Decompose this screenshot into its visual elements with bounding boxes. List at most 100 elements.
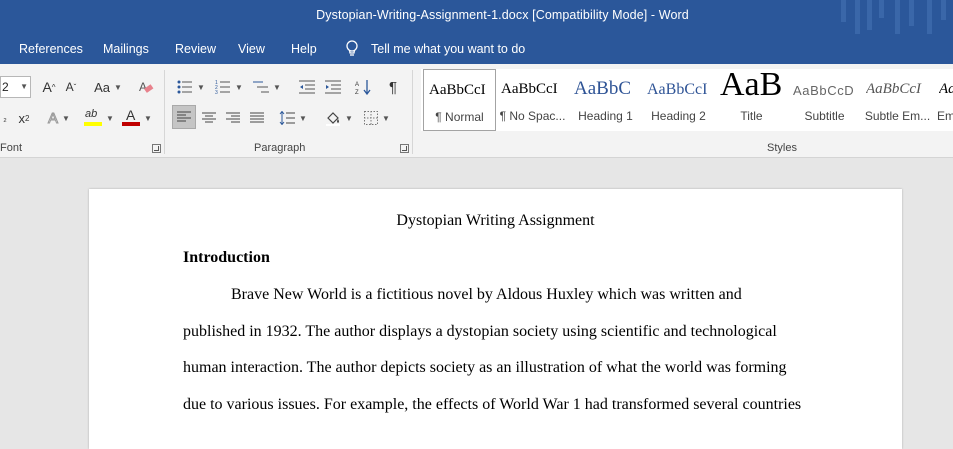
align-center-icon (202, 112, 216, 123)
title-bar-pattern (833, 0, 953, 34)
style-sample: AaBbCcI (501, 81, 558, 97)
style-sample: AaBbCcI (429, 82, 486, 98)
align-right-icon (226, 112, 240, 123)
shrink-font-icon: A (65, 80, 74, 94)
change-case-icon: Aa (94, 79, 110, 95)
style-subtle-emphasis[interactable]: AaBbCcI Subtle Em... (861, 69, 934, 131)
paragraph-group-label: Paragraph (254, 142, 306, 154)
subscript-button[interactable]: ₂ (0, 106, 10, 130)
style-subtitle[interactable]: AaBbCcD Subtitle (788, 69, 861, 131)
style-normal[interactable]: AaBbCcI ¶ Normal (423, 69, 496, 131)
multilevel-list-button[interactable]: ▼ (250, 75, 284, 99)
show-formatting-marks-button[interactable]: ¶ (382, 75, 404, 99)
tab-references[interactable]: References (19, 42, 83, 56)
style-name: Heading 1 (578, 109, 633, 123)
increase-indent-button[interactable] (322, 75, 344, 99)
group-separator (412, 70, 413, 154)
font-group-label: Font (0, 142, 23, 154)
clear-formatting-button[interactable]: A (137, 75, 155, 99)
font-color-button[interactable]: A ▼ (120, 106, 154, 130)
line-spacing-button[interactable]: ▼ (276, 106, 310, 130)
paragraph-line: Brave New World is a fictitious novel by… (231, 286, 742, 303)
style-name: Subtitle (804, 109, 845, 123)
style-name: ¶ No Spac... (499, 109, 566, 123)
style-sample: AaBbC (574, 78, 631, 99)
paragraph-dialog-launcher[interactable] (400, 144, 409, 153)
text-effects-button[interactable]: A ▼ (44, 106, 74, 130)
superscript-button[interactable]: x2 (14, 106, 34, 130)
numbering-icon: 1 2 3 (215, 80, 231, 94)
style-name: ¶ Normal (435, 110, 484, 124)
multilevel-list-icon (253, 81, 270, 93)
grow-font-icon: A (42, 79, 52, 95)
style-sample: AaBbCcI (939, 81, 953, 97)
pilcrow-icon: ¶ (388, 78, 398, 96)
eraser-icon: A (139, 80, 154, 94)
shrink-font-button[interactable]: Aˇ (62, 75, 80, 99)
ribbon-tabs: References Mailings Review View Help Tel… (0, 34, 953, 64)
change-case-button[interactable]: Aa ▼ (92, 75, 124, 99)
styles-gallery: AaBbCcI ¶ Normal AaBbCcI ¶ No Spac... Aa… (421, 69, 953, 131)
shading-button[interactable]: ▼ (322, 106, 356, 130)
highlight-color-button[interactable]: ab ▼ (82, 106, 116, 130)
style-name: Title (740, 109, 763, 123)
grow-font-button[interactable]: A ^ (40, 75, 58, 99)
sort-icon: AZ (355, 80, 371, 95)
tab-mailings[interactable]: Mailings (103, 42, 149, 56)
paragraph-line: published in 1932. The author displays a… (183, 323, 777, 340)
align-left-icon (177, 111, 191, 122)
decrease-indent-icon (299, 80, 315, 94)
style-title[interactable]: AaB Title (715, 69, 788, 131)
lightbulb-icon (346, 40, 358, 56)
tell-me-label: Tell me what you want to do (371, 42, 526, 56)
font-size-field[interactable]: 2 ▼ (0, 76, 31, 98)
group-separator (164, 70, 165, 154)
bullets-icon (177, 80, 193, 94)
tab-help[interactable]: Help (291, 42, 317, 56)
style-name: Subtle Em... (864, 109, 931, 123)
style-heading-2[interactable]: AaBbCcI Heading 2 (642, 69, 715, 131)
ribbon: 2 ▼ A^ Aˇ Aa▼ A ₂ x2 A▼ ab ▼ A ▼ Font (0, 64, 953, 158)
svg-text:A: A (139, 80, 147, 94)
bullets-button[interactable]: ▼ (174, 75, 208, 99)
font-size-dropdown-icon[interactable]: ▼ (20, 77, 28, 97)
align-center-button[interactable] (198, 106, 220, 130)
svg-text:A: A (355, 82, 359, 88)
align-right-button[interactable] (222, 106, 244, 130)
highlight-icon: ab (84, 108, 103, 128)
title-bar: Dystopian-Writing-Assignment-1.docx [Com… (0, 0, 953, 34)
numbering-button[interactable]: 1 2 3 ▼ (212, 75, 246, 99)
svg-text:Z: Z (355, 90, 359, 95)
borders-icon (364, 111, 379, 125)
paragraph-line: human interaction. The author depicts so… (183, 359, 787, 376)
tab-view[interactable]: View (238, 42, 265, 56)
style-name: Em (937, 109, 953, 123)
style-name: Heading 2 (651, 109, 706, 123)
document-page[interactable]: Dystopian Writing Assignment Introductio… (89, 189, 902, 449)
subscript-icon: ₂ (3, 113, 7, 123)
style-sample: AaBbCcD (793, 83, 855, 98)
style-heading-1[interactable]: AaBbC Heading 1 (569, 69, 642, 131)
style-emphasis[interactable]: AaBbCcI Em (934, 69, 953, 131)
tab-review[interactable]: Review (175, 42, 216, 56)
justify-icon (250, 112, 264, 123)
style-sample: AaBbCcI (866, 81, 921, 97)
borders-button[interactable]: ▼ (360, 106, 394, 130)
style-sample: AaB (720, 69, 783, 103)
sort-button[interactable]: AZ (352, 75, 374, 99)
document-title: Dystopian Writing Assignment (396, 212, 595, 229)
align-left-button[interactable] (172, 105, 196, 129)
styles-group-label: Styles (767, 142, 797, 154)
font-color-icon: A (122, 107, 141, 128)
justify-button[interactable] (246, 106, 268, 130)
svg-text:3: 3 (215, 90, 218, 94)
window-title: Dystopian-Writing-Assignment-1.docx [Com… (316, 8, 689, 22)
font-size-value: 2 (2, 80, 9, 94)
increase-indent-icon (325, 80, 341, 94)
style-no-spacing[interactable]: AaBbCcI ¶ No Spac... (496, 69, 569, 131)
section-heading: Introduction (183, 249, 270, 266)
font-dialog-launcher[interactable] (152, 144, 161, 153)
decrease-indent-button[interactable] (296, 75, 318, 99)
paint-bucket-icon (326, 112, 341, 126)
line-spacing-icon (279, 111, 296, 125)
